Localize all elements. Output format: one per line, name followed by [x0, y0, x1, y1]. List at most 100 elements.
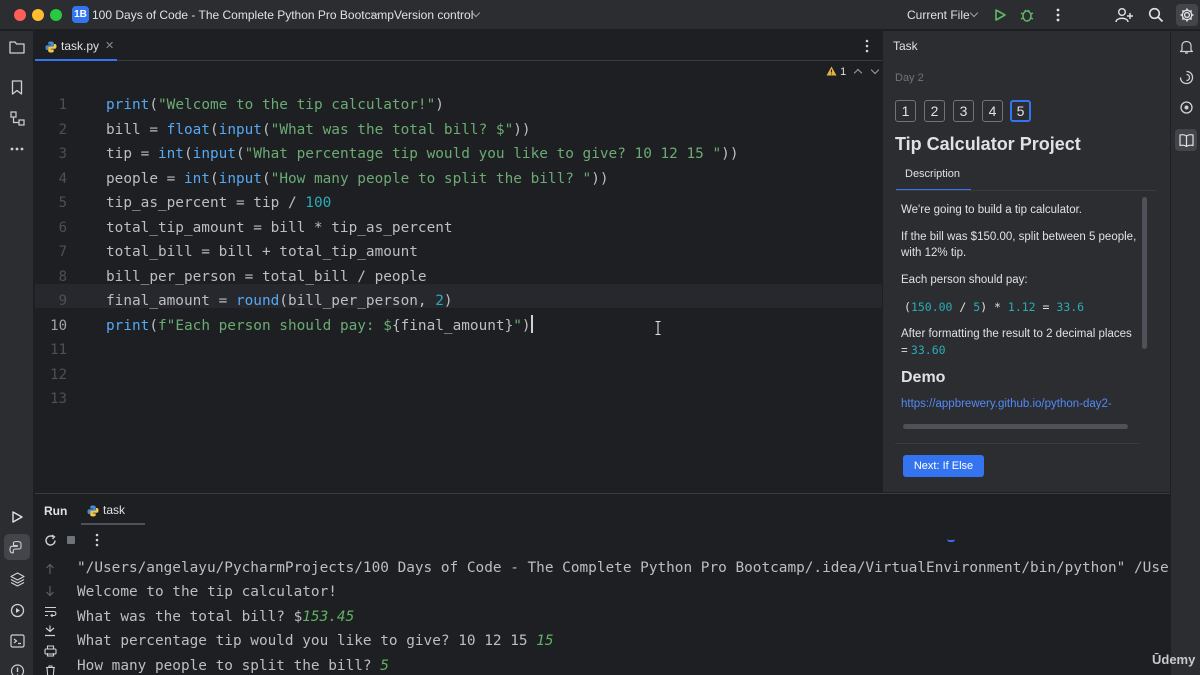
close-window-button[interactable] — [14, 9, 26, 21]
line-number: 1 — [58, 97, 67, 113]
next-task-button[interactable]: Next: If Else — [903, 455, 984, 477]
run-panel: Run task "/Users/angelayu/PycharmProject… — [35, 493, 1170, 675]
line-number: 8 — [58, 269, 67, 285]
stop-icon[interactable] — [63, 532, 79, 548]
tab-description[interactable]: Description — [896, 161, 971, 191]
task-step-1[interactable]: 1 — [895, 100, 916, 122]
user-input: 15 — [536, 633, 554, 649]
close-icon[interactable]: ✕ — [105, 39, 114, 52]
search-icon[interactable] — [1146, 5, 1166, 25]
more-vertical-icon[interactable] — [1048, 5, 1068, 25]
task-panel-title: Task — [893, 39, 918, 53]
calculation-example: (150.00 / 5) * 1.12 = 33.6 — [904, 300, 1085, 314]
folder-icon[interactable] — [7, 37, 27, 57]
lesson-day-label: Day 2 — [895, 72, 924, 84]
console-line: "/Users/angelayu/PycharmProjects/100 Day… — [77, 560, 1170, 576]
rerun-icon[interactable] — [42, 532, 58, 548]
line-number-gutter: 1 2 3 4 5 6 7 8 9 10 11 12 13 — [35, 62, 97, 492]
book-icon[interactable] — [1175, 129, 1197, 151]
task-step-2[interactable]: 2 — [924, 100, 945, 122]
code-line: people = int(input("How many people to s… — [106, 171, 609, 187]
editor-tab-bar: task.py ✕ — [35, 31, 882, 61]
arrow-down-icon[interactable] — [42, 584, 58, 598]
layers-icon[interactable] — [7, 569, 27, 589]
user-input: 5 — [380, 658, 389, 674]
run-configuration-selector[interactable]: Current File — [907, 8, 970, 22]
run-tool-icon[interactable] — [7, 507, 27, 527]
version-control-menu[interactable]: Version control — [394, 8, 473, 22]
chevron-down-icon[interactable] — [871, 65, 880, 75]
code-line: final_amount = round(bill_per_person, 2) — [106, 293, 453, 309]
problems-icon[interactable] — [7, 661, 27, 675]
line-number: 12 — [50, 367, 67, 383]
task-step-5[interactable]: 5 — [1010, 100, 1031, 122]
demo-link[interactable]: https://appbrewery.github.io/python-day2… — [901, 396, 1141, 412]
title-bar: 1B 100 Days of Code - The Complete Pytho… — [0, 0, 1200, 30]
python-file-icon — [45, 40, 57, 58]
line-number: 7 — [58, 244, 67, 260]
description-paragraph: We're going to build a tip calculator. — [901, 204, 1082, 216]
debug-icon[interactable] — [1017, 5, 1037, 25]
code-line: tip_as_percent = tip / 100 — [106, 195, 332, 211]
run-icon[interactable] — [990, 5, 1010, 25]
line-number: 4 — [58, 171, 67, 187]
run-tab-label: task — [103, 503, 126, 517]
trash-icon[interactable] — [42, 664, 58, 675]
console-line: Welcome to the tip calculator! — [77, 584, 337, 600]
line-number: 11 — [50, 342, 67, 358]
code-line: total_tip_amount = bill * tip_as_percent — [106, 220, 453, 236]
console-line: How many people to split the bill? 5 — [77, 658, 389, 674]
code-line: print(f"Each person should pay: ${final_… — [106, 314, 533, 338]
ibeam-cursor-icon — [655, 321, 661, 335]
gear-icon[interactable] — [1176, 4, 1198, 26]
more-vertical-icon[interactable] — [860, 38, 874, 54]
editor-tab-task-py[interactable]: task.py ✕ — [35, 31, 117, 61]
description-scrollbar[interactable] — [1142, 197, 1147, 349]
code-line: bill = float(input("What was the total b… — [106, 122, 531, 138]
demo-heading: Demo — [901, 369, 946, 386]
run-side-toolbar — [35, 554, 65, 675]
python-console-icon[interactable] — [7, 538, 27, 558]
tab-label: task.py — [61, 39, 100, 53]
soft-wrap-icon[interactable] — [42, 604, 58, 618]
minimize-window-button[interactable] — [32, 9, 44, 21]
more-horizontal-icon[interactable] — [7, 139, 27, 159]
text-cursor — [530, 315, 533, 333]
description-paragraph: If the bill was $150.00, split between 5… — [901, 231, 1137, 259]
project-badge[interactable]: 1B — [72, 6, 89, 23]
ai-assistant-icon[interactable] — [1176, 67, 1196, 87]
task-step-4[interactable]: 4 — [982, 100, 1003, 122]
more-vertical-icon[interactable] — [89, 532, 105, 548]
code-area[interactable]: print("Welcome to the tip calculator!") … — [106, 62, 866, 492]
console-line: What percentage tip would you like to gi… — [77, 633, 554, 649]
sync-icon[interactable] — [1176, 97, 1196, 117]
python-file-icon — [87, 504, 99, 522]
line-number: 6 — [58, 220, 67, 236]
divider — [895, 190, 1157, 191]
zoom-window-button[interactable] — [50, 9, 62, 21]
line-number: 13 — [50, 391, 67, 407]
structure-icon[interactable] — [7, 108, 27, 128]
horizontal-scrollbar[interactable] — [903, 424, 1128, 429]
line-number: 3 — [58, 146, 67, 162]
divider — [895, 443, 1139, 444]
line-number: 5 — [58, 195, 67, 211]
task-step-3[interactable]: 3 — [953, 100, 974, 122]
run-tab-task[interactable]: task — [81, 494, 145, 525]
udemy-watermark-logo: Ūdemy — [1152, 652, 1196, 667]
arrow-up-icon[interactable] — [42, 562, 58, 576]
print-icon[interactable] — [42, 644, 58, 658]
bookmark-icon[interactable] — [7, 77, 27, 97]
chevron-down-icon[interactable] — [969, 8, 979, 18]
line-number: 10 — [50, 318, 67, 334]
services-icon[interactable] — [7, 600, 27, 620]
scroll-to-end-icon[interactable] — [42, 624, 58, 638]
line-number: 9 — [58, 293, 67, 309]
description-paragraph: Each person should pay: — [901, 274, 1028, 286]
add-user-icon[interactable] — [1114, 5, 1134, 25]
project-selector[interactable]: 100 Days of Code - The Complete Python P… — [92, 8, 394, 22]
run-console-output[interactable]: "/Users/angelayu/PycharmProjects/100 Day… — [77, 554, 1170, 675]
notifications-bell-icon[interactable] — [1176, 37, 1196, 57]
terminal-icon[interactable] — [7, 631, 27, 651]
task-description: We're going to build a tip calculator. I… — [901, 202, 1141, 412]
